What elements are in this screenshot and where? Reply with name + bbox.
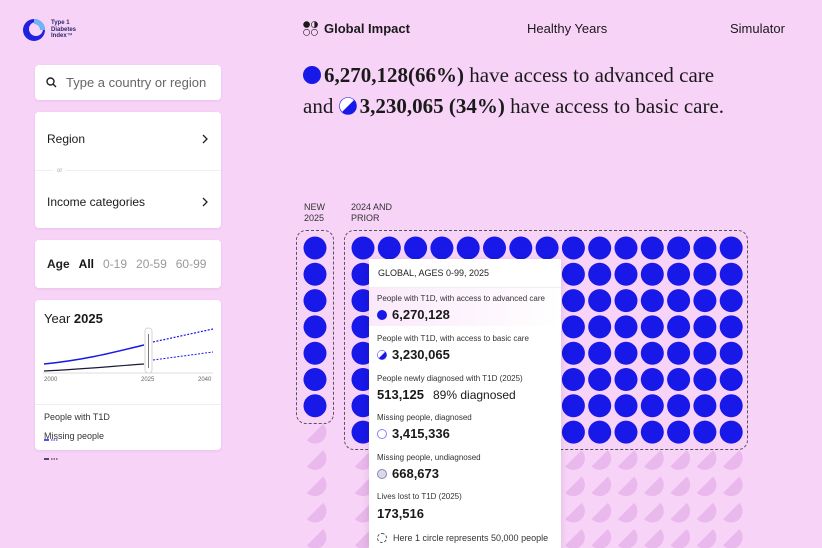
tooltip-note: Here 1 circle represents 50,000 people [377,533,548,543]
missing-person-circle [565,502,585,523]
missing-person-circle [591,502,612,523]
tooltip-note-text: Here 1 circle represents 50,000 people [393,533,549,543]
missing-person-circle [723,529,743,548]
new-2025-group[interactable] [296,230,334,424]
missing-person-circle [306,476,327,497]
tooltip-newly-label: People newly diagnosed with T1D (2025) [377,374,523,383]
missing-person-circle [644,529,664,548]
tooltip-advanced-value: 6,270,128 [392,307,450,322]
missing-person-circle [723,450,743,470]
tooltip-basic-row: 3,230,065 [377,347,450,362]
basic-care-half-icon [377,349,387,360]
tooltip-lives-row: 173,516 [377,506,424,521]
missing-person-circle [644,450,664,470]
missing-person-circle [591,476,612,497]
tooltip-newly-value: 513,125 [377,387,424,402]
tooltip-lives-label: Lives lost to T1D (2025) [377,492,462,501]
dashed-circle-icon [377,533,387,543]
missing-person-circle [306,423,327,444]
missing-person-circle [670,529,691,548]
missing-person-circle [644,502,664,523]
missing-person-circle [591,529,612,548]
missing-person-circle [306,529,327,548]
missing-person-circle [617,529,638,548]
tooltip-advanced-label: People with T1D, with access to advanced… [377,294,545,303]
missing-person-circle [696,502,717,523]
missing-person-circle [696,476,717,497]
missing-person-circle [617,450,638,470]
tooltip-newly-row: 513,125 89% diagnosed [377,387,516,402]
missing-person-circle [617,476,638,497]
missing-person-circle [565,476,585,497]
missing-person-circle [306,450,327,470]
missing-person-circle [670,450,691,470]
tooltip-missing-undiag-value: 668,673 [392,466,439,481]
tooltip-basic-value: 3,230,065 [392,347,450,362]
tooltip-missing-diag-label: Missing people, diagnosed [377,413,472,422]
missing-person-circle [696,529,717,548]
tooltip-missing-undiag-label: Missing people, undiagnosed [377,453,481,462]
missing-undiagnosed-circle-icon [377,468,387,479]
missing-person-circle [617,502,638,523]
missing-person-circle [565,450,585,470]
missing-person-circle [644,476,664,497]
global-tooltip: GLOBAL, AGES 0-99, 2025 People with T1D,… [369,259,561,548]
tooltip-lives-value: 173,516 [377,506,424,521]
tooltip-missing-diag-row: 3,415,336 [377,426,450,441]
missing-person-circle [696,450,717,470]
missing-person-circle [723,502,743,523]
missing-person-circle [723,476,743,497]
tooltip-advanced-row: 6,270,128 [377,307,450,322]
missing-person-circle [306,502,327,523]
missing-person-circle [591,450,612,470]
advanced-care-dot-icon [377,309,387,320]
tooltip-newly-sub: 89% diagnosed [433,387,516,402]
missing-person-circle [670,502,691,523]
missing-diagnosed-circle-icon [377,428,387,439]
tooltip-basic-label: People with T1D, with access to basic ca… [377,334,529,343]
tooltip-missing-diag-value: 3,415,336 [392,426,450,441]
missing-person-circle [565,529,585,548]
tooltip-title: GLOBAL, AGES 0-99, 2025 [378,268,490,278]
tooltip-missing-undiag-row: 668,673 [377,466,439,481]
missing-person-circle [670,476,691,497]
